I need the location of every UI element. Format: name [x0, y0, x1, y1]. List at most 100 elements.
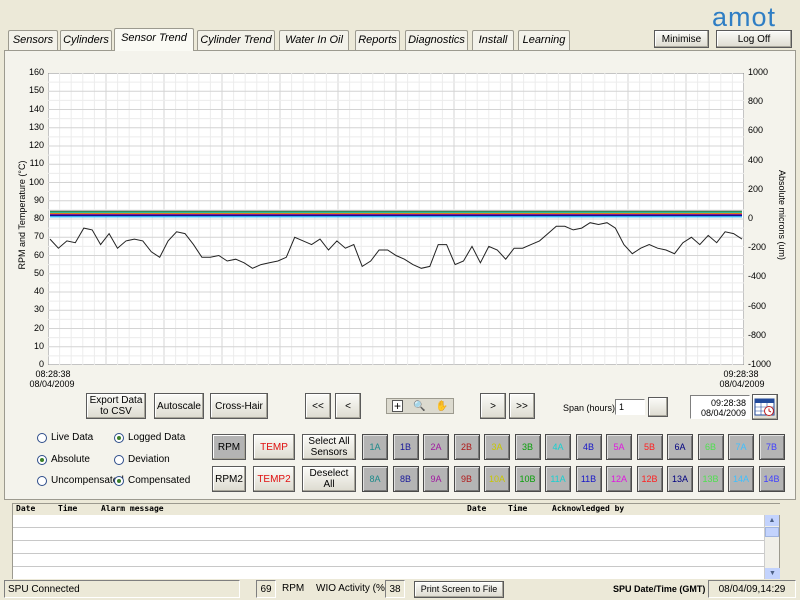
- sensor-button-10a[interactable]: 10A: [484, 466, 510, 492]
- sensor-button-14b[interactable]: 14B: [758, 466, 785, 492]
- log-off-button[interactable]: Log Off: [716, 30, 792, 48]
- radio-label: Absolute: [51, 454, 90, 465]
- graph-tool-palette[interactable]: + 🔍 ✋: [386, 398, 454, 414]
- col-ack-time: Time: [508, 504, 528, 513]
- tab-cylinder-trend[interactable]: Cylinder Trend: [197, 30, 275, 50]
- alarm-scrollbar[interactable]: ▲ ▼: [764, 515, 780, 579]
- wio-label: WIO Activity (%): [316, 583, 389, 594]
- back-button[interactable]: <: [335, 393, 361, 419]
- temp2-button[interactable]: TEMP2: [253, 466, 295, 492]
- autoscale-button[interactable]: Autoscale: [154, 393, 204, 419]
- sensor-button-7b[interactable]: 7B: [758, 434, 785, 460]
- compensated-radio[interactable]: Compensated: [114, 475, 190, 486]
- right-tick-label: 1000: [748, 67, 769, 77]
- sensor-button-1b[interactable]: 1B: [392, 434, 419, 460]
- span-input[interactable]: 1: [615, 399, 645, 415]
- sensor-button-11b[interactable]: 11B: [575, 466, 602, 492]
- select-all-sensors-button[interactable]: Select All Sensors: [302, 434, 356, 460]
- temp-button[interactable]: TEMP: [253, 434, 295, 460]
- tab-install[interactable]: Install: [472, 30, 514, 50]
- alarm-table-rows[interactable]: [13, 515, 765, 579]
- radio-indicator: [114, 432, 124, 443]
- sensor-button-2b[interactable]: 2B: [453, 434, 480, 460]
- col-time: Time: [58, 504, 78, 513]
- sensor-button-7a[interactable]: 7A: [728, 434, 754, 460]
- right-tick-label: -400: [748, 271, 767, 282]
- sensor-button-4a[interactable]: 4A: [545, 434, 571, 460]
- chart-start-time: 08:28:38: [35, 369, 71, 379]
- sensor-button-3a[interactable]: 3A: [484, 434, 510, 460]
- chart-end-date: 08/04/2009: [719, 379, 765, 389]
- rpm2-button[interactable]: RPM2: [212, 466, 246, 492]
- sensor-button-9b[interactable]: 9B: [453, 466, 480, 492]
- sensor-button-10b[interactable]: 10B: [514, 466, 541, 492]
- print-screen-button[interactable]: Print Screen to File: [414, 581, 504, 598]
- forward-button[interactable]: >: [480, 393, 506, 419]
- rpm-readout: 69: [256, 580, 276, 598]
- rpm-button[interactable]: RPM: [212, 434, 246, 460]
- tab-water-in-oil[interactable]: Water In Oil: [279, 30, 349, 50]
- left-tick-label: 0: [38, 359, 44, 369]
- sensor-button-8b[interactable]: 8B: [392, 466, 419, 492]
- left-tick-label: 20: [33, 322, 44, 333]
- left-tick-label: 30: [33, 304, 44, 315]
- tab-diagnostics[interactable]: Diagnostics: [405, 30, 468, 50]
- span-apply-button[interactable]: [648, 397, 668, 417]
- left-tick-label: 90: [33, 194, 44, 205]
- tab-sensor-trend[interactable]: Sensor Trend: [114, 28, 194, 51]
- fast-forward-button[interactable]: >>: [509, 393, 535, 419]
- scroll-down-icon[interactable]: ▼: [765, 568, 780, 579]
- absolute-radio[interactable]: Absolute: [37, 454, 90, 465]
- rewind-button[interactable]: <<: [305, 393, 331, 419]
- left-tick-label: 10: [33, 340, 44, 351]
- radio-label: Logged Data: [128, 432, 186, 443]
- logged-data-radio[interactable]: Logged Data: [114, 432, 185, 443]
- zoom-tool-icon[interactable]: 🔍: [413, 401, 425, 412]
- sensor-button-3b[interactable]: 3B: [514, 434, 541, 460]
- right-tick-label: -1000: [748, 359, 772, 369]
- deselect-all-button[interactable]: Deselect All: [302, 466, 356, 492]
- wio-readout: 38: [385, 580, 405, 598]
- sensor-button-4b[interactable]: 4B: [575, 434, 602, 460]
- radio-indicator: [114, 454, 124, 465]
- left-tick-label: 110: [29, 158, 44, 169]
- radio-indicator: [37, 432, 47, 443]
- sensor-button-12a[interactable]: 12A: [606, 466, 632, 492]
- export-csv-button[interactable]: Export Data to CSV: [86, 393, 146, 419]
- sensor-button-8a[interactable]: 8A: [362, 466, 388, 492]
- tab-cylinders[interactable]: Cylinders: [60, 30, 112, 50]
- sensor-button-2a[interactable]: 2A: [423, 434, 449, 460]
- amot-logo: amot: [712, 2, 777, 32]
- tab-sensors[interactable]: Sensors: [8, 30, 58, 50]
- sensor-button-6b[interactable]: 6B: [697, 434, 724, 460]
- scroll-thumb[interactable]: [765, 527, 779, 537]
- sensor-button-13a[interactable]: 13A: [667, 466, 693, 492]
- live-data-radio[interactable]: Live Data: [37, 432, 93, 443]
- pan-hand-icon[interactable]: ✋: [436, 401, 448, 412]
- uncompensated-radio[interactable]: Uncompensated: [37, 475, 124, 486]
- left-tick-label: 140: [28, 103, 44, 114]
- deviation-radio[interactable]: Deviation: [114, 454, 170, 465]
- sensor-button-11a[interactable]: 11A: [545, 466, 571, 492]
- trend-chart[interactable]: [48, 73, 744, 365]
- col-acknowledged-by: Acknowledged by: [552, 504, 625, 513]
- sensor-button-6a[interactable]: 6A: [667, 434, 693, 460]
- crosshair-tool-icon[interactable]: +: [392, 400, 404, 412]
- sensor-button-14a[interactable]: 14A: [728, 466, 754, 492]
- sensor-button-5a[interactable]: 5A: [606, 434, 632, 460]
- scroll-up-icon[interactable]: ▲: [765, 515, 779, 526]
- minimise-button[interactable]: Minimise: [654, 30, 709, 48]
- tab-learning[interactable]: Learning: [518, 30, 570, 50]
- radio-indicator: [37, 454, 47, 465]
- sensor-button-5b[interactable]: 5B: [636, 434, 663, 460]
- tab-reports[interactable]: Reports: [355, 30, 400, 50]
- sensor-button-12b[interactable]: 12B: [636, 466, 663, 492]
- sensor-button-13b[interactable]: 13B: [697, 466, 724, 492]
- sensor-button-1a[interactable]: 1A: [362, 434, 388, 460]
- sensor-button-9a[interactable]: 9A: [423, 466, 449, 492]
- chart-start-date: 08/04/2009: [29, 379, 75, 389]
- calendar-clock-button[interactable]: [752, 394, 778, 420]
- end-time-display[interactable]: 09:28:38 08/04/2009: [690, 395, 750, 419]
- cross-hair-button[interactable]: Cross-Hair: [210, 393, 268, 419]
- spu-datetime-label: SPU Date/Time (GMT): [613, 584, 706, 594]
